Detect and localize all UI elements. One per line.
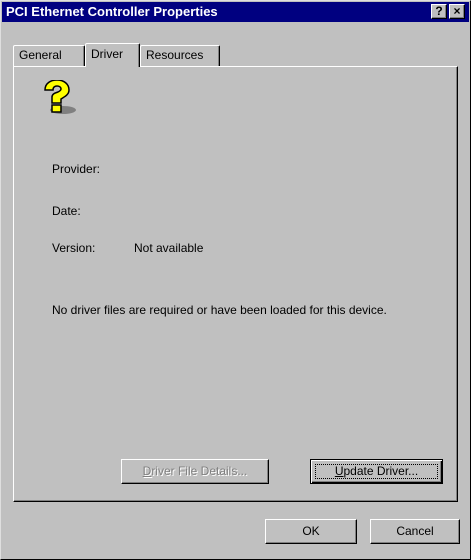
version-label: Version:	[52, 241, 96, 255]
driver-file-details-button[interactable]: Driver File Details...	[121, 459, 269, 484]
update-driver-label: Update Driver...	[334, 464, 419, 478]
driver-tab-panel: Provider: Date: Version: Not available N…	[13, 66, 458, 502]
driver-file-details-label: Driver File Details...	[142, 464, 248, 478]
unknown-device-question-icon	[39, 79, 79, 116]
window-title: PCI Ethernet Controller Properties	[6, 4, 218, 19]
ok-button[interactable]: OK	[265, 519, 357, 544]
cancel-button[interactable]: Cancel	[370, 519, 460, 544]
close-button[interactable]: ×	[449, 4, 465, 19]
provider-label: Provider:	[52, 162, 101, 176]
update-driver-button[interactable]: Update Driver...	[310, 459, 443, 484]
date-label: Date:	[52, 204, 81, 218]
help-button[interactable]: ?	[431, 4, 447, 19]
properties-dialog: PCI Ethernet Controller Properties ? × G…	[0, 0, 471, 560]
version-value: Not available	[134, 241, 204, 255]
tab-resources[interactable]: Resources	[140, 45, 220, 66]
title-bar[interactable]: PCI Ethernet Controller Properties ? ×	[2, 2, 469, 22]
driver-status-message: No driver files are required or have bee…	[52, 303, 387, 317]
tab-driver[interactable]: Driver	[85, 43, 140, 67]
tab-general[interactable]: General	[13, 45, 85, 66]
